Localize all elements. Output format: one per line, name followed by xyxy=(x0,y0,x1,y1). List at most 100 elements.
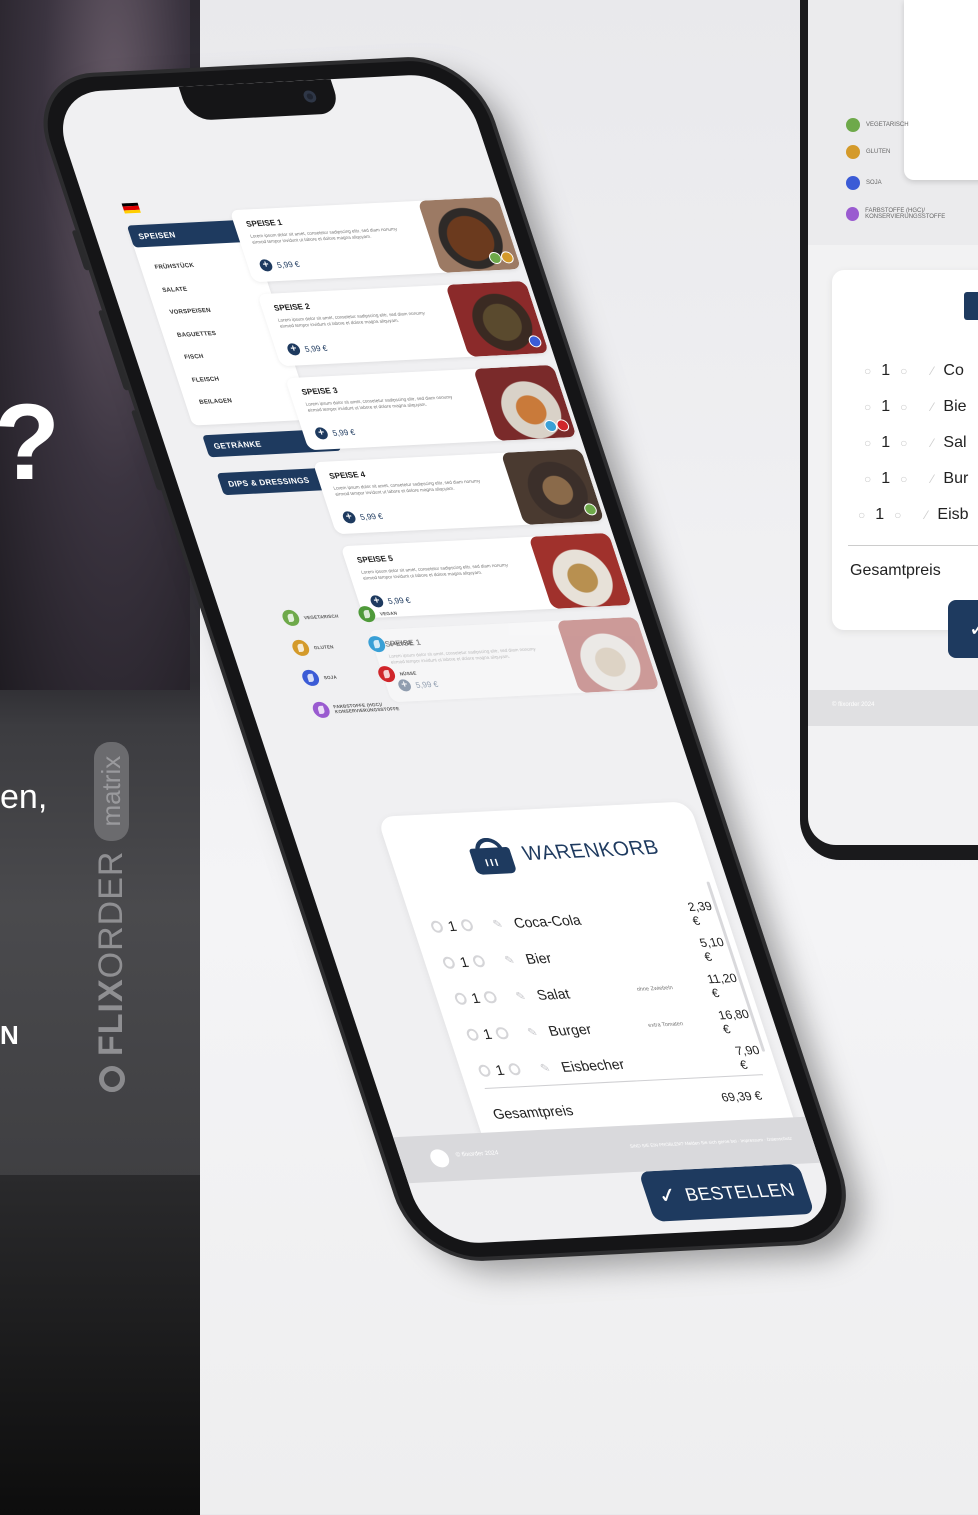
brand-logo-icon xyxy=(98,1066,125,1092)
order-button[interactable]: ✓ xyxy=(948,600,978,658)
cart-item-name: Salat xyxy=(534,985,572,1003)
side-headline-fragment: ? xyxy=(0,381,60,502)
minus-icon[interactable]: ○ xyxy=(864,472,871,486)
cart-item-name: Bie xyxy=(943,398,967,415)
cart-row[interactable]: ○ 1 ○ ⁄ Sal xyxy=(864,434,967,452)
minus-icon[interactable]: ○ xyxy=(864,400,871,414)
total-label: Gesamtpreis xyxy=(850,562,941,579)
soy-icon xyxy=(846,176,860,190)
milk-icon xyxy=(366,635,388,653)
edit-icon[interactable]: ✎ xyxy=(491,917,504,930)
plus-icon[interactable]: ○ xyxy=(900,364,907,378)
cart-qty: 1 xyxy=(875,506,885,523)
legend-label: SOJA xyxy=(322,674,338,680)
cart-row[interactable]: ○ 1 ○ ⁄ Eisb xyxy=(858,506,969,524)
category-label: SPEISEN xyxy=(136,229,177,241)
divider xyxy=(848,545,978,546)
cart-row: 1 ✎ Salat ohne Zwiebeln 11,20 € xyxy=(451,971,750,1013)
leaf-icon xyxy=(356,605,378,623)
cart-item-price: 7,90 € xyxy=(733,1042,762,1073)
dish-card[interactable]: SPEISE 2 Lorem ipsum dolor sit amet, con… xyxy=(257,280,550,367)
nut-icon xyxy=(376,665,398,683)
dish-title: SPEISE 3 xyxy=(300,385,339,397)
dish-card[interactable]: SPEISE 3 Lorem ipsum dolor sit amet, con… xyxy=(284,364,577,451)
legend-label: VEGETARISCH xyxy=(866,122,909,128)
dish-price: +5,99 € xyxy=(313,426,356,440)
add-to-cart-icon[interactable]: + xyxy=(285,343,302,356)
side-text-fragment: en, xyxy=(0,778,48,816)
legend-item: VEGETARISCH xyxy=(846,118,909,132)
edit-icon[interactable]: ✎ xyxy=(538,1061,552,1074)
dish-price-value: 5,99 € xyxy=(358,511,384,522)
subcategory-item[interactable]: VORSPEISEN xyxy=(166,300,214,325)
dish-title: SPEISE 4 xyxy=(328,469,367,481)
plus-icon[interactable]: ○ xyxy=(900,472,907,486)
footer-links[interactable]: SIND SIE EIN PROBLEM? Melden Sie sich ge… xyxy=(629,1136,793,1149)
order-button[interactable]: ✓ BESTELLEN xyxy=(638,1163,815,1222)
cart-item-name: Bier xyxy=(523,949,554,967)
cart-header: III WARENKORB xyxy=(465,830,664,875)
check-icon: ✓ xyxy=(969,616,978,642)
left-backdrop-stand xyxy=(0,1175,200,1515)
dish-price-value: 5,99 € xyxy=(275,259,301,270)
edit-icon[interactable]: ✎ xyxy=(514,989,527,1002)
legend-label: VEGAN xyxy=(379,610,398,616)
cart-item-name: Sal xyxy=(943,434,967,451)
dish-price: +5,99 € xyxy=(258,258,301,272)
minus-icon[interactable]: ○ xyxy=(864,436,871,450)
cart-qty: 1 xyxy=(881,470,891,487)
subcategory-item[interactable]: SALATE xyxy=(159,277,207,302)
legend-label: GLUTEN xyxy=(866,149,891,155)
dish-card[interactable]: SPEISE 4 Lorem ipsum dolor sit amet, con… xyxy=(312,448,605,535)
cart-item-note xyxy=(664,1058,738,1062)
add-to-cart-icon[interactable]: + xyxy=(258,259,274,272)
basket-icon xyxy=(964,292,978,320)
cart-row[interactable]: ○ 1 ○ ⁄ Co xyxy=(864,362,964,380)
edit-icon[interactable]: ✎ xyxy=(526,1025,539,1038)
minus-icon[interactable]: ○ xyxy=(858,508,865,522)
cart-row[interactable]: ○ 1 ○ ⁄ Bie xyxy=(864,398,967,416)
plus-icon[interactable]: ○ xyxy=(900,400,907,414)
edit-icon[interactable]: ⁄ xyxy=(931,472,933,486)
leaf-icon xyxy=(846,118,860,132)
add-to-cart-icon[interactable]: + xyxy=(313,427,330,440)
second-device-popup xyxy=(904,0,978,180)
cart-row: 1 ✎ Eisbecher 7,90 € xyxy=(475,1042,774,1085)
second-device-screen: VEGETARISCH GLUTEN SOJA FARBSTOFFE (HGC)… xyxy=(808,0,978,845)
wheat-icon xyxy=(290,639,312,657)
cart-title: WARENKORB xyxy=(519,836,662,865)
cart-item-note: ohne Zwiebeln xyxy=(636,985,674,993)
edit-icon[interactable]: ⁄ xyxy=(931,436,933,450)
edit-icon[interactable]: ⁄ xyxy=(925,508,927,522)
edit-icon[interactable]: ⁄ xyxy=(931,364,933,378)
additives-icon xyxy=(846,207,860,221)
brand-matrix-pill: matrix xyxy=(94,741,129,841)
cart-item-name: Eisb xyxy=(937,506,969,523)
plus-icon[interactable]: ○ xyxy=(894,508,901,522)
footer-copyright: © flixorder 2024 xyxy=(455,1150,500,1159)
dish-description: Lorem ipsum dolor sit amet, consetetur s… xyxy=(304,394,454,413)
category-label: GETRÄNKE xyxy=(212,439,263,451)
subcategory-item[interactable]: FLEISCH xyxy=(189,367,237,392)
dish-title: SPEISE 2 xyxy=(272,301,312,313)
cart-item-note xyxy=(628,950,702,954)
minus-icon[interactable]: ○ xyxy=(864,364,871,378)
subcategory-item[interactable]: FRÜHSTÜCK xyxy=(151,255,199,280)
edit-icon[interactable]: ✎ xyxy=(503,953,516,966)
subcategory-item[interactable]: BAGUETTES xyxy=(174,322,222,347)
dish-card[interactable]: SPEISE 1 Lorem ipsum dolor sit amet, con… xyxy=(229,196,522,283)
brand-order: ORDER xyxy=(92,850,130,979)
plus-icon[interactable]: ○ xyxy=(900,436,907,450)
dish-card[interactable]: SPEISE 1 Lorem ipsum dolor sit amet, con… xyxy=(368,616,660,703)
edit-icon[interactable]: ⁄ xyxy=(931,400,933,414)
legend-item: LAKTOSE xyxy=(366,634,415,653)
legend-item: NÜSSE xyxy=(376,665,419,683)
legend-item: VEGAN xyxy=(356,605,399,623)
add-to-cart-icon[interactable]: + xyxy=(341,511,358,524)
german-flag-icon[interactable] xyxy=(121,202,141,214)
cart-row: 1 ✎ Burger extra Tomaten 16,80 € xyxy=(463,1007,762,1049)
subcategory-item[interactable]: BEILAGEN xyxy=(196,390,244,415)
cart-item-note: extra Tomaten xyxy=(647,1021,685,1029)
cart-row[interactable]: ○ 1 ○ ⁄ Bur xyxy=(864,470,968,488)
subcategory-item[interactable]: FISCH xyxy=(181,345,229,370)
